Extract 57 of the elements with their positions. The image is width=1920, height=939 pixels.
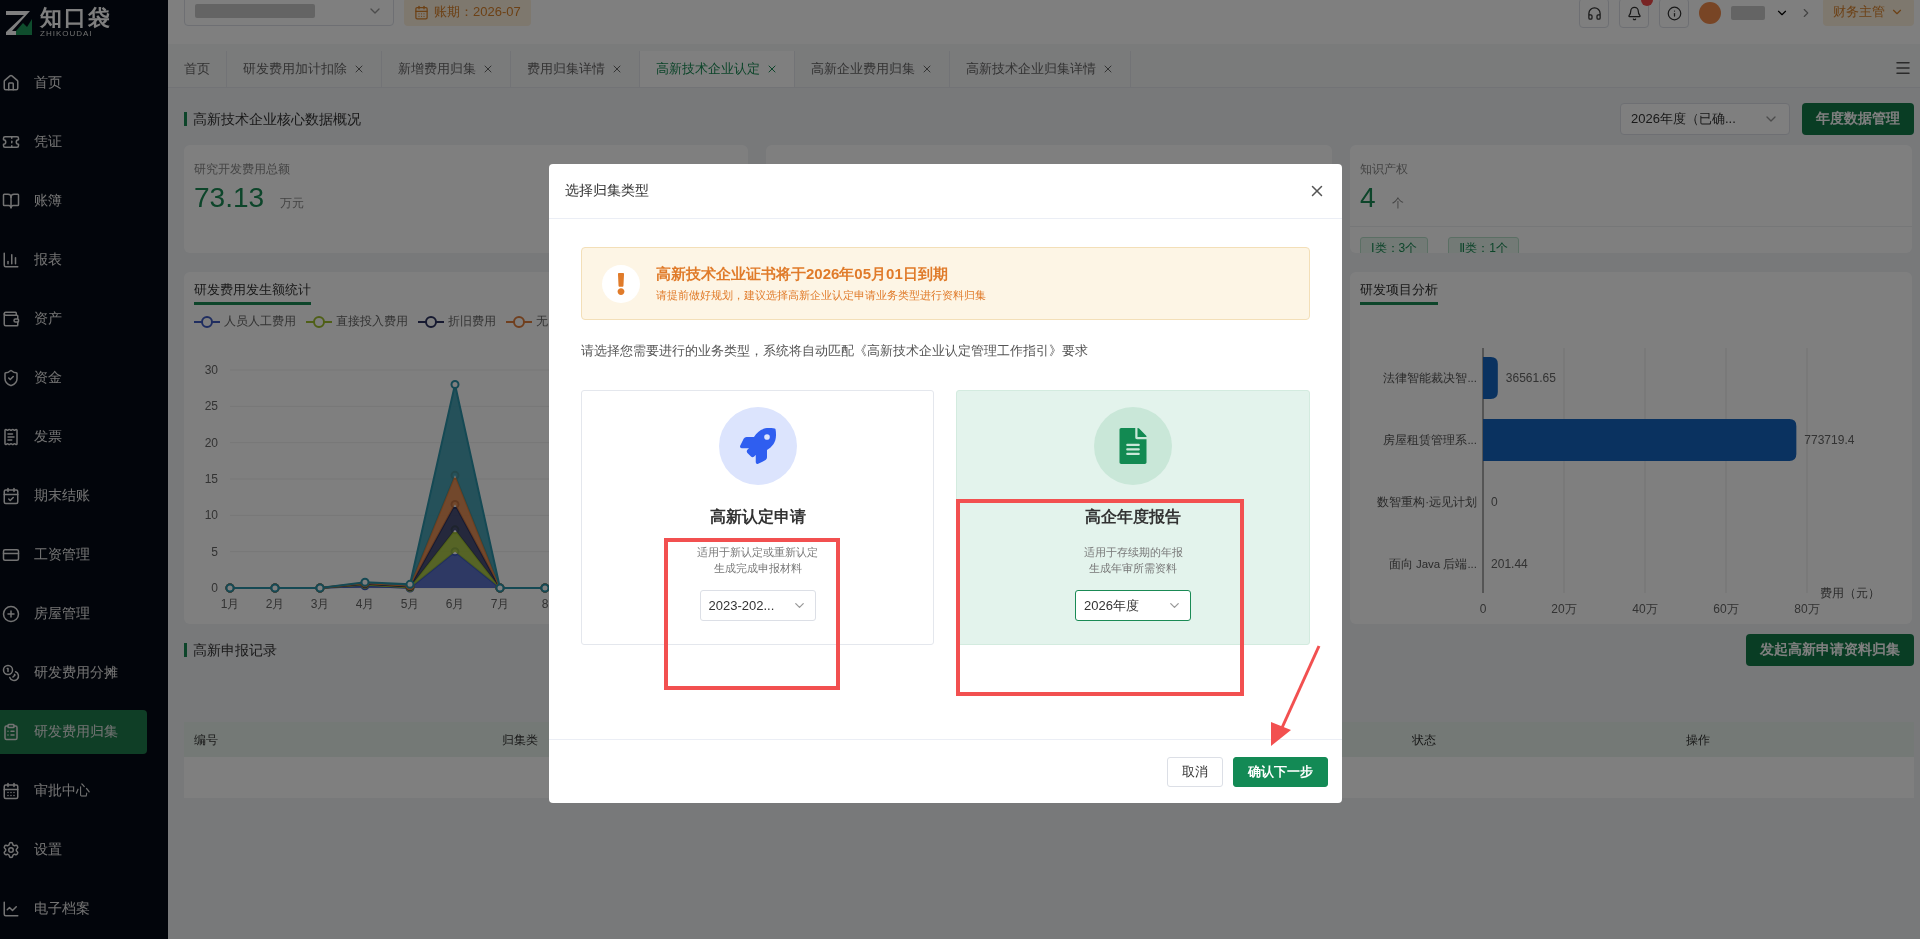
axis-label: 60万 bbox=[1713, 602, 1739, 616]
stat-label: 研究开发费用总额 bbox=[193, 161, 291, 178]
data-label: 36561.65 bbox=[1505, 371, 1556, 385]
axis-label: 40万 bbox=[1632, 602, 1658, 616]
axis-label: 15 bbox=[204, 472, 218, 486]
axis-label: 0 bbox=[1479, 602, 1487, 616]
axis-label: 25 bbox=[204, 399, 218, 414]
axis-label: 5 bbox=[211, 544, 218, 559]
axis-label: 3月 bbox=[310, 597, 330, 611]
column-header: 状态 bbox=[1412, 732, 1436, 749]
column-header: 编号 bbox=[194, 732, 218, 749]
alert-text: 请提前做好规划，建议选择高新企业认定申请业务类型进行资料归集 bbox=[656, 287, 986, 303]
column-header: 归集类 bbox=[502, 732, 538, 749]
axis-title: 费用（元） bbox=[1820, 586, 1880, 600]
column-header: 操作 bbox=[1686, 732, 1710, 749]
option-description: 生成年审所需资料 bbox=[1089, 561, 1177, 576]
data-label: 0 bbox=[1491, 495, 1498, 509]
section-title: 高新申报记录 bbox=[184, 642, 277, 657]
stat-unit: 个 bbox=[1391, 195, 1404, 212]
axis-label: 面向 Java 后端... bbox=[1388, 558, 1477, 570]
category-tag: Ⅱ类：1个 bbox=[1448, 237, 1519, 253]
data-label: 201.44 bbox=[1491, 557, 1528, 571]
axis-label: 4月 bbox=[355, 597, 375, 611]
stat-value: 73.13 bbox=[194, 182, 265, 214]
axis-label: 6月 bbox=[445, 597, 465, 611]
data-label: 773719.4 bbox=[1804, 433, 1855, 447]
axis-label: 30 bbox=[204, 363, 218, 377]
stat-label: 知识产权 bbox=[1359, 161, 1409, 178]
axis-label: 7月 bbox=[490, 597, 510, 611]
option-title: 高企年度报告 bbox=[1085, 507, 1181, 527]
option-description: 适用于存续期的年报 bbox=[1083, 545, 1183, 560]
option-title: 高新认定申请 bbox=[709, 507, 806, 527]
axis-label: 0 bbox=[211, 581, 218, 595]
axis-label: 80万 bbox=[1794, 602, 1820, 616]
alert-title: 高新技术企业证书将于2026年05月01日到期 bbox=[656, 264, 949, 284]
axis-label: 20 bbox=[204, 435, 218, 450]
logo-text: 知口袋 bbox=[40, 6, 112, 29]
category-tag: Ⅰ类：3个 bbox=[1360, 237, 1429, 253]
axis-label: 5月 bbox=[400, 597, 420, 611]
axis-label: 10 bbox=[204, 508, 218, 523]
axis-label: 2月 bbox=[265, 597, 285, 611]
dialog-title: 选择归集类型 bbox=[565, 182, 649, 200]
section-title: 高新技术企业核心数据概况 bbox=[184, 112, 361, 126]
axis-label: 法律智能裁决智... bbox=[1383, 372, 1477, 384]
axis-label: 数智重构·远见计划 bbox=[1377, 496, 1477, 508]
chart-title: 研发项目分析 bbox=[1360, 282, 1438, 305]
stat-unit: 万元 bbox=[280, 195, 305, 212]
logo-subtitle: ZHIKOUDAI bbox=[40, 28, 94, 38]
axis-label: 房屋租赁管理系... bbox=[1383, 434, 1477, 446]
option-description: 适用于新认定或重新认定 bbox=[697, 545, 818, 560]
option-description: 生成完成申报材料 bbox=[713, 561, 802, 576]
axis-label: 8 bbox=[541, 597, 549, 611]
axis-label: 20万 bbox=[1551, 602, 1577, 616]
axis-label: 1月 bbox=[220, 597, 240, 611]
instruction-text: 请选择您需要进行的业务类型，系统将自动匹配《高新技术企业认定管理工作指引》要求 bbox=[581, 342, 1089, 360]
stat-value: 4 bbox=[1360, 182, 1376, 214]
chart-title: 研发费用发生额统计 bbox=[194, 282, 311, 305]
